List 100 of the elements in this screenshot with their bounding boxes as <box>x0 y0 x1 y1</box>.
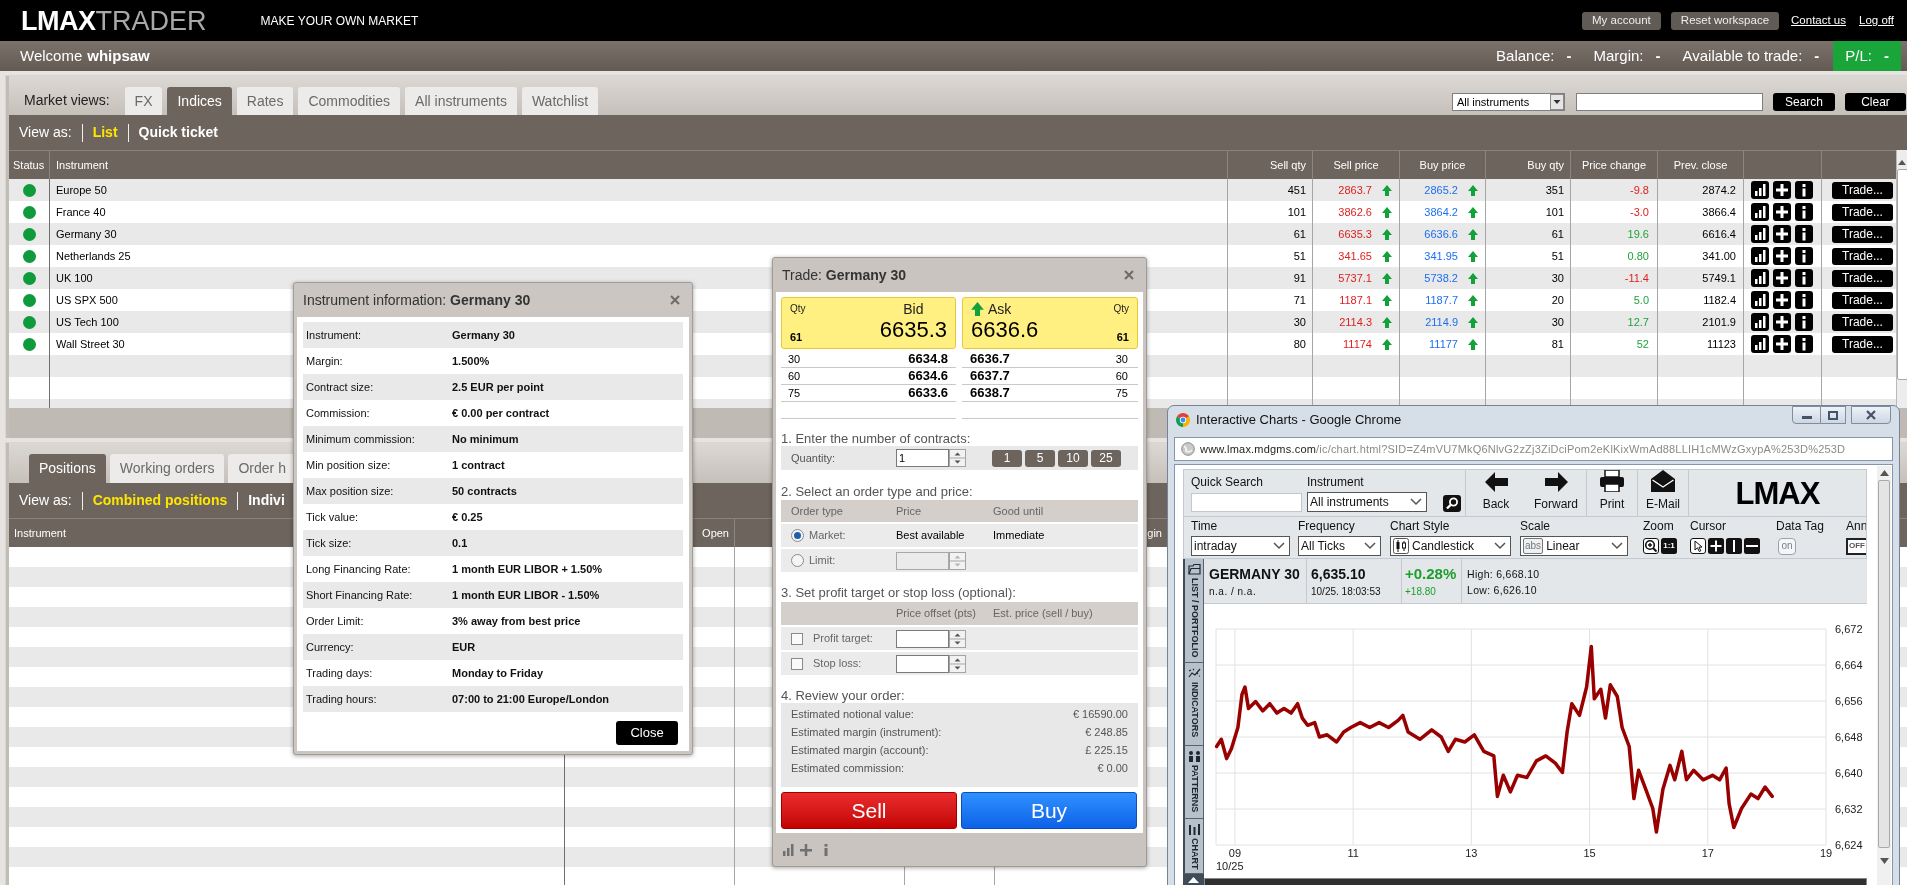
trade-button[interactable]: Trade... <box>1832 335 1893 353</box>
header-link[interactable]: Contact us <box>1791 11 1847 30</box>
scrollbar[interactable] <box>1896 150 1907 408</box>
view-option[interactable]: List <box>92 122 118 143</box>
search-button[interactable]: Search <box>1773 93 1835 111</box>
trade-button[interactable]: Trade... <box>1832 181 1893 199</box>
maximize-button[interactable] <box>1821 406 1846 424</box>
caret-icon[interactable] <box>1273 542 1285 550</box>
offset-field[interactable] <box>896 629 949 648</box>
scroll-down-icon[interactable] <box>1879 858 1889 864</box>
header-button[interactable]: Reset workspace <box>1670 11 1780 30</box>
buy-button[interactable]: Buy <box>961 792 1137 829</box>
radio-button[interactable] <box>791 529 804 542</box>
tab[interactable]: Indices <box>167 87 232 115</box>
offset-field[interactable] <box>896 654 949 673</box>
tab[interactable]: Watchlist <box>521 87 599 115</box>
checkbox[interactable] <box>791 657 803 670</box>
plus-icon[interactable] <box>1773 291 1791 309</box>
table-row[interactable]: Europe 50 451 2863.7 2865.2 351 -9.8 2874.2 Trade... <box>9 179 1896 201</box>
tab[interactable]: FX <box>124 87 163 115</box>
search-icon[interactable] <box>1443 495 1461 512</box>
pointer-icon[interactable] <box>1690 538 1706 554</box>
quick-search-field[interactable] <box>1191 493 1302 512</box>
info-icon[interactable] <box>1795 203 1813 221</box>
preset-button[interactable]: 5 <box>1025 449 1055 467</box>
trade-button[interactable]: Trade... <box>1832 247 1893 265</box>
table-row[interactable]: France 40 101 3862.6 3864.2 101 -3.0 3866.4 Trade... <box>9 201 1896 223</box>
sell-button[interactable]: Sell <box>781 792 957 829</box>
dropdown[interactable]: intraday <box>1191 536 1290 556</box>
side-tab[interactable]: LIST / PORTFOLIO <box>1183 559 1204 663</box>
limit-price-field[interactable] <box>896 551 949 570</box>
tab[interactable]: Rates <box>236 87 294 115</box>
caret-icon[interactable] <box>1494 542 1506 550</box>
info-icon[interactable] <box>1795 225 1813 243</box>
plus-icon[interactable] <box>1773 203 1791 221</box>
view-option[interactable]: Combined positions <box>92 490 228 511</box>
quantity-field[interactable]: 1 <box>896 449 949 467</box>
side-tab[interactable]: CHART <box>1183 819 1204 874</box>
info-icon[interactable] <box>1795 335 1813 353</box>
preset-button[interactable]: 10 <box>1058 449 1088 467</box>
tab[interactable]: Positions <box>29 454 106 483</box>
header-link[interactable]: Log off <box>1859 11 1894 30</box>
toolbar-button[interactable]: Forward <box>1526 470 1587 516</box>
caret-icon[interactable] <box>1364 542 1376 550</box>
side-tab[interactable]: INDICATORS <box>1183 663 1204 746</box>
spinner-icon[interactable] <box>949 654 966 673</box>
bar-chart-icon[interactable] <box>1751 269 1769 287</box>
plus-icon[interactable] <box>1773 247 1791 265</box>
view-option[interactable]: Indivi <box>248 490 285 511</box>
tab[interactable]: Working orders <box>109 454 225 483</box>
side-tab[interactable]: PATTERNS <box>1183 746 1204 819</box>
ask-quote-box[interactable]: Ask 6636.6 Qty 61 <box>962 297 1138 349</box>
horizontal-scrollbar[interactable] <box>1204 878 1867 885</box>
spinner-icon[interactable] <box>949 629 966 648</box>
plus-icon[interactable] <box>1773 225 1791 243</box>
preset-button[interactable]: 25 <box>1091 449 1121 467</box>
bar-chart-icon[interactable] <box>1751 291 1769 309</box>
bar-chart-icon[interactable] <box>1751 313 1769 331</box>
close-icon[interactable] <box>1124 270 1134 280</box>
clear-button[interactable]: Clear <box>1845 93 1906 111</box>
table-row[interactable]: Germany 30 61 6635.3 6636.6 61 19.6 6616.4 Trade... <box>9 223 1896 245</box>
tab[interactable]: All instruments <box>405 87 517 115</box>
search-field[interactable] <box>1576 93 1763 111</box>
header-button[interactable]: My account <box>1582 11 1661 30</box>
trade-button[interactable]: Trade... <box>1832 225 1893 243</box>
dropdown[interactable]: abs Linear <box>1520 536 1628 556</box>
plus-icon[interactable] <box>1773 335 1791 353</box>
close-button[interactable] <box>1851 406 1891 424</box>
bar-chart-icon[interactable] <box>1751 225 1769 243</box>
page-scrollbar[interactable] <box>1877 466 1891 885</box>
spinner-icon[interactable] <box>949 449 966 467</box>
instrument-dropdown[interactable]: All instruments <box>1307 492 1427 512</box>
tab[interactable]: Order h <box>228 454 296 483</box>
toolbar-button[interactable]: E-Mail <box>1638 470 1689 516</box>
toggle-button[interactable]: on <box>1778 537 1796 555</box>
caret-icon[interactable] <box>1611 542 1623 550</box>
instrument-filter-select[interactable]: All instruments <box>1452 93 1565 111</box>
zoom-in-icon[interactable] <box>1643 538 1659 554</box>
info-icon[interactable] <box>1795 291 1813 309</box>
close-icon[interactable] <box>670 295 680 305</box>
checkbox[interactable] <box>791 632 803 645</box>
trade-button[interactable]: Trade... <box>1832 291 1893 309</box>
bid-quote-box[interactable]: Qty 61 Bid 6635.3 <box>781 297 956 349</box>
bar-chart-icon[interactable] <box>1751 335 1769 353</box>
bar-chart-icon[interactable] <box>1751 181 1769 199</box>
bar-chart-icon[interactable] <box>1751 247 1769 265</box>
toolbar-button[interactable]: Print <box>1587 470 1638 516</box>
dropdown[interactable]: Candlestick <box>1390 536 1511 556</box>
close-button[interactable]: Close <box>616 721 678 745</box>
address-bar[interactable]: www.lmax.mdgms.com/ic/chart.html?SID=Z4mVU7MkQ6NlvG2zZj3ZiDciPom2eKlKixWmAd88LLIH1cMWzGxypA%253D%253D <box>1174 437 1893 461</box>
table-row[interactable]: Netherlands 25 51 341.65 341.95 51 0.80 341.00 Trade... <box>9 245 1896 267</box>
trade-button[interactable]: Trade... <box>1832 269 1893 287</box>
preset-button[interactable]: 1 <box>992 449 1022 467</box>
bar-chart-icon[interactable] <box>1751 203 1769 221</box>
plus-icon[interactable] <box>1773 181 1791 199</box>
trade-button[interactable]: Trade... <box>1832 313 1893 331</box>
scroll-up-icon[interactable] <box>1898 160 1906 165</box>
plus-icon[interactable] <box>1773 313 1791 331</box>
minimize-button[interactable] <box>1792 406 1821 424</box>
radio-button[interactable] <box>791 554 804 567</box>
